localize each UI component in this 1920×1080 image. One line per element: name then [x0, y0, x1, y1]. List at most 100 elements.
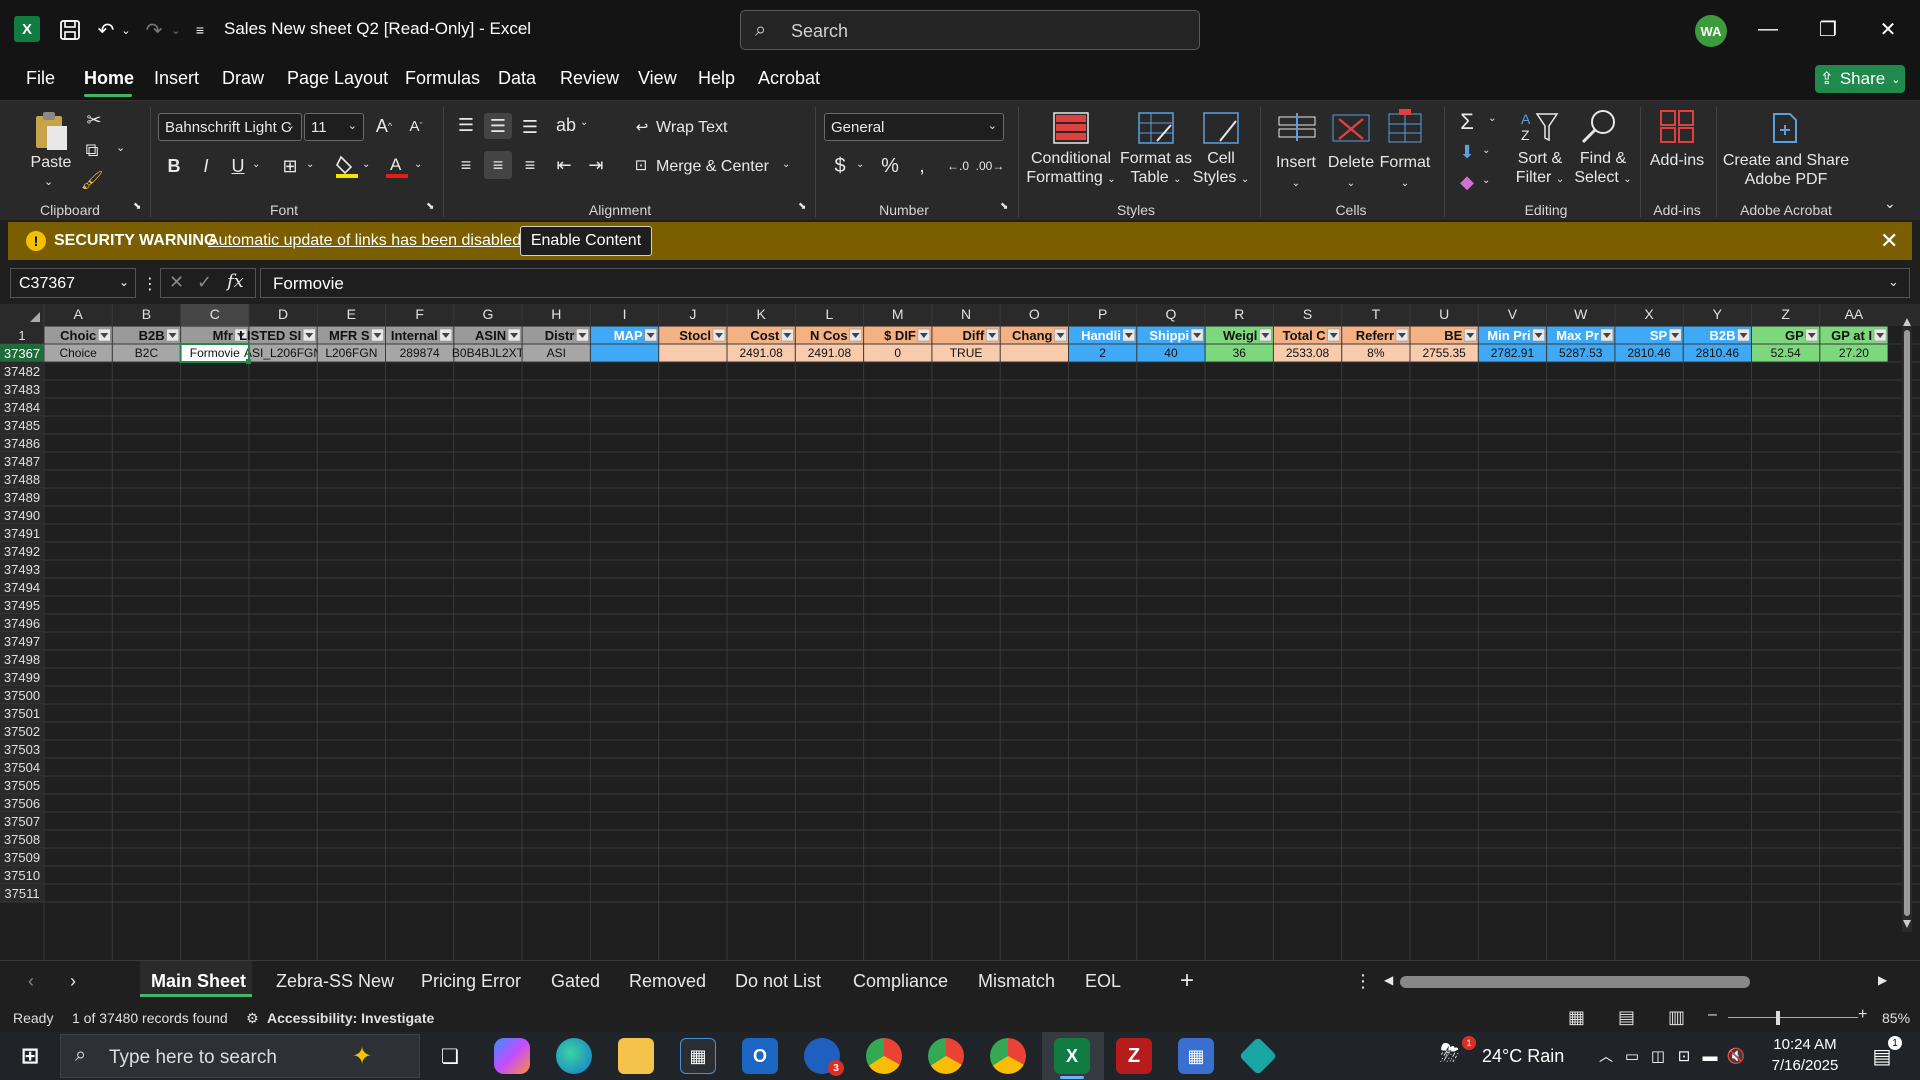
accessibility-status[interactable]: Accessibility: Investigate: [267, 1010, 434, 1026]
underline-dropdown-icon[interactable]: ⌄: [252, 159, 260, 170]
zoom-level[interactable]: 85%: [1882, 1010, 1910, 1026]
worksheet-grid[interactable]: A B C D E F G H I J K L M N O P Q R S T U V W X Y Z AA 1 37367 37482 3…: [0, 304, 1920, 960]
sheet-tab-eol[interactable]: EOL: [1085, 971, 1121, 992]
fill-icon[interactable]: ⬇: [1454, 139, 1480, 165]
decrease-indent-icon[interactable]: ⇤: [552, 153, 576, 177]
sort-filter-icon[interactable]: AZ: [1518, 107, 1560, 145]
chrome-icon[interactable]: [928, 1038, 964, 1074]
row-header-37494[interactable]: 37494: [4, 580, 40, 595]
close-icon[interactable]: ✕: [1880, 228, 1898, 254]
tab-data[interactable]: Data: [498, 68, 536, 89]
sheet-tab-do-not-list[interactable]: Do not List: [735, 971, 821, 992]
insert-cells-icon[interactable]: [1276, 109, 1318, 147]
speaker-muted-icon[interactable]: 🔇: [1718, 1038, 1754, 1074]
clipboard-launcher-icon[interactable]: ⬊: [133, 201, 141, 212]
orientation-dropdown-icon[interactable]: ⌄: [580, 117, 588, 128]
weather-text[interactable]: 24°C Rain: [1482, 1046, 1564, 1067]
font-launcher-icon[interactable]: ⬊: [426, 201, 434, 212]
currency-icon[interactable]: $: [830, 153, 850, 179]
row-header-37486[interactable]: 37486: [4, 436, 40, 451]
cancel-icon[interactable]: ✕: [169, 272, 184, 293]
column-header-Y[interactable]: Y: [1713, 306, 1723, 322]
windows-start-icon[interactable]: ⊞: [12, 1038, 48, 1074]
restore-icon[interactable]: ❐: [1808, 14, 1848, 44]
zoom-slider[interactable]: [1728, 1017, 1858, 1018]
column-header-I[interactable]: I: [623, 306, 627, 322]
sheet-tab-compliance[interactable]: Compliance: [853, 971, 948, 992]
row-header-37511[interactable]: 37511: [4, 886, 39, 901]
row-header-37499[interactable]: 37499: [4, 670, 40, 685]
column-header-A[interactable]: A: [73, 306, 83, 322]
increase-indent-icon[interactable]: ⇥: [584, 153, 608, 177]
number-format-field[interactable]: General ⌄: [824, 113, 1004, 141]
fill-color-icon[interactable]: [334, 151, 360, 181]
task-view-icon[interactable]: ❏: [432, 1038, 468, 1074]
formula-input[interactable]: Formovie: [260, 268, 1910, 298]
add-ins-icon[interactable]: [1656, 107, 1698, 145]
autosum-dropdown-icon[interactable]: ⌄: [1488, 113, 1496, 124]
font-color-icon[interactable]: A: [384, 151, 410, 181]
alignment-launcher-icon[interactable]: ⬊: [798, 201, 806, 212]
row-header-37489[interactable]: 37489: [4, 490, 40, 505]
collapse-ribbon-icon[interactable]: ⌄: [1884, 195, 1896, 212]
sheet-tab-pricing-error[interactable]: Pricing Error: [421, 971, 521, 992]
align-bottom-icon[interactable]: ☰: [518, 115, 542, 139]
clear-icon[interactable]: ◆: [1454, 169, 1480, 195]
column-header-B[interactable]: B: [142, 306, 151, 322]
fill-handle[interactable]: [245, 359, 251, 364]
insert-function-icon[interactable]: fx: [227, 271, 244, 292]
row-header-37484[interactable]: 37484: [4, 400, 40, 415]
copy-icon[interactable]: ⧉: [82, 139, 102, 161]
column-header-K[interactable]: K: [756, 306, 766, 322]
italic-icon[interactable]: I: [194, 153, 218, 179]
column-header-U[interactable]: U: [1439, 306, 1449, 322]
column-header-G[interactable]: G: [483, 306, 494, 322]
close-icon[interactable]: ✕: [1868, 14, 1908, 44]
tab-acrobat[interactable]: Acrobat: [758, 68, 820, 89]
sort-filter-button[interactable]: Sort & Filter ⌄: [1508, 149, 1572, 189]
normal-view-icon[interactable]: ▦: [1568, 1007, 1585, 1028]
column-header-F[interactable]: F: [415, 306, 424, 322]
row-header-37495[interactable]: 37495: [4, 598, 40, 613]
decrease-decimal-icon[interactable]: .00→: [976, 153, 1005, 179]
copilot-icon[interactable]: [494, 1038, 530, 1074]
merge-center-button[interactable]: Merge & Center: [656, 157, 769, 176]
row-header-37502[interactable]: 37502: [4, 724, 40, 739]
row-header-37507[interactable]: 37507: [4, 814, 40, 829]
merge-center-icon[interactable]: ⊡: [630, 155, 652, 175]
cut-icon[interactable]: ✂: [84, 109, 104, 131]
align-middle-icon[interactable]: ☰: [484, 113, 512, 139]
row-header-37504[interactable]: 37504: [4, 760, 40, 775]
column-header-D[interactable]: D: [278, 306, 288, 322]
column-header-P[interactable]: P: [1098, 306, 1107, 322]
sheet-tab-main-sheet[interactable]: Main Sheet: [151, 971, 246, 992]
row-header-37510[interactable]: 37510: [4, 868, 40, 883]
tab-draw[interactable]: Draw: [222, 68, 264, 89]
delete-cells-button[interactable]: Delete ⌄: [1322, 153, 1380, 193]
row-header-37509[interactable]: 37509: [4, 850, 40, 865]
tab-help[interactable]: Help: [698, 68, 735, 89]
column-header-V[interactable]: V: [1508, 306, 1518, 322]
adobe-pdf-icon[interactable]: [1764, 109, 1806, 147]
increase-font-icon[interactable]: A ^: [372, 113, 396, 139]
row-header-37493[interactable]: 37493: [4, 562, 40, 577]
tab-home[interactable]: Home: [84, 68, 134, 89]
notification-center-icon[interactable]: ▤ 1: [1864, 1036, 1902, 1074]
zoom-out-icon[interactable]: –: [1708, 1006, 1717, 1024]
font-name-field[interactable]: Bahnschrift Light C ⌄: [158, 113, 302, 141]
wrap-text-button[interactable]: Wrap Text: [656, 118, 727, 137]
undo-dropdown-icon[interactable]: ⌄: [112, 16, 140, 44]
share-button[interactable]: ⇪ Share ⌄: [1815, 65, 1905, 93]
cell-styles-icon[interactable]: [1200, 109, 1242, 147]
chrome-icon[interactable]: [866, 1038, 902, 1074]
tab-page-layout[interactable]: Page Layout: [287, 68, 388, 89]
file-explorer-icon[interactable]: [618, 1038, 654, 1074]
paste-dropdown-icon[interactable]: ⌄: [44, 175, 53, 188]
column-header-J[interactable]: J: [689, 306, 696, 322]
row-header-37483[interactable]: 37483: [4, 382, 40, 397]
scroll-tabs-left-icon[interactable]: ‹: [28, 971, 34, 992]
security-warning-link[interactable]: Automatic update of links has been disab…: [208, 232, 521, 250]
chrome-icon[interactable]: [990, 1038, 1026, 1074]
enable-content-button[interactable]: Enable Content: [520, 226, 652, 256]
tab-file[interactable]: File: [26, 68, 55, 89]
